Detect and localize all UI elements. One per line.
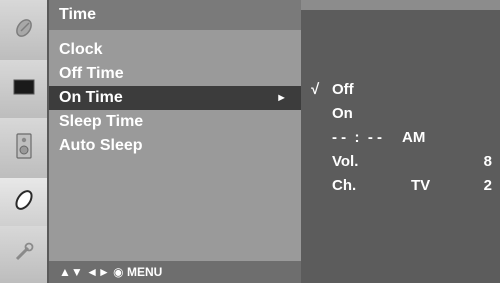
icon-rail (0, 0, 49, 283)
submenu-header-strip (301, 0, 500, 10)
channel-source: TV (411, 177, 431, 194)
volume-value: 8 (483, 153, 492, 170)
menu-item-label: Sleep Time (59, 113, 144, 130)
option-on-label: On (332, 105, 353, 122)
menu-item-label: Off Time (59, 65, 124, 82)
tool-icon (13, 241, 35, 268)
satellite-dish-icon (13, 17, 35, 44)
rail-slot-time[interactable] (0, 178, 47, 228)
channel-setting[interactable]: Ch. TV 2 (301, 174, 500, 198)
menu-item-on-time[interactable]: On Time ► (49, 86, 301, 110)
rail-slot-option[interactable] (0, 226, 47, 283)
volume-setting[interactable]: Vol. 8 (301, 150, 500, 174)
on-time-submenu: √ Off On - - : - - AM Vol. 8 Ch. TV 2 (301, 0, 500, 283)
right-arrow-icon: ► (276, 92, 287, 104)
menu-title: Time (49, 0, 301, 30)
rail-slot-picture[interactable] (0, 60, 47, 120)
option-on[interactable]: On (301, 102, 500, 126)
option-off-label: Off (332, 81, 354, 98)
am-pm-indicator: AM (402, 129, 426, 146)
time-setting[interactable]: - - : - - AM (301, 126, 500, 150)
clock-icon (13, 189, 35, 216)
menu-item-label: On Time (59, 89, 123, 106)
rail-slot-setup[interactable] (0, 0, 47, 62)
time-menu-panel: Time Clock Off Time On Time ► Sleep Time… (49, 0, 301, 283)
menu-item-label: Clock (59, 41, 103, 58)
rail-slot-audio[interactable] (0, 118, 47, 180)
time-placeholder: - - : - - (332, 129, 382, 146)
menu-item-clock[interactable]: Clock (49, 38, 301, 62)
speaker-icon (15, 132, 32, 164)
screen-icon (13, 78, 35, 101)
navigation-hint-bar: ▲▼ ◄► ◉ MENU (49, 261, 301, 283)
option-off[interactable]: √ Off (301, 78, 500, 102)
menu-item-off-time[interactable]: Off Time (49, 62, 301, 86)
menu-item-auto-sleep[interactable]: Auto Sleep (49, 134, 301, 158)
checkmark-icon: √ (311, 81, 320, 98)
channel-value: 2 (483, 177, 492, 194)
menu-item-label: Auto Sleep (59, 137, 143, 154)
menu-item-sleep-time[interactable]: Sleep Time (49, 110, 301, 134)
volume-label: Vol. (332, 153, 359, 170)
channel-label: Ch. (332, 177, 357, 194)
